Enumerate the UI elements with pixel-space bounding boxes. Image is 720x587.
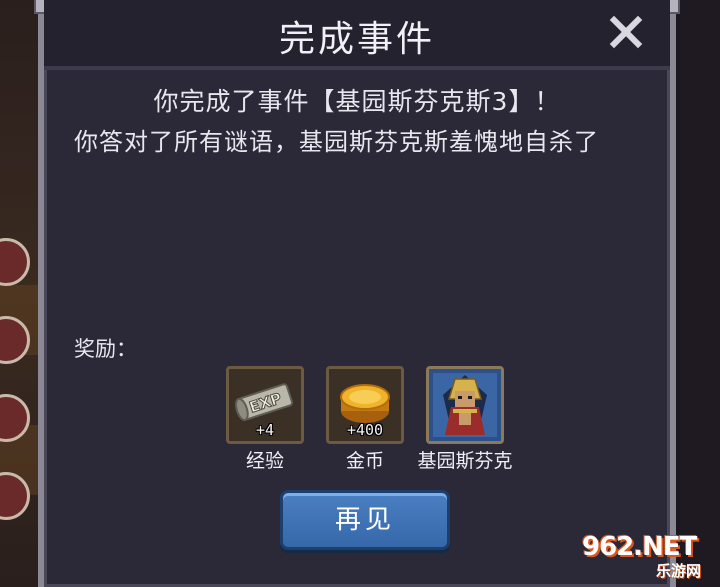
reward-slot: EXP +4 xyxy=(226,366,304,444)
background-skill-icon xyxy=(0,238,30,286)
site-watermark: 962.NET 乐游网 xyxy=(582,532,716,584)
reward-name: 基园斯芬克 xyxy=(417,450,513,472)
reward-slot: +400 xyxy=(326,366,404,444)
event-result-message: 你答对了所有谜语，基园斯芬克斯羞愧地自杀了 xyxy=(74,128,599,156)
event-complete-message: 你完成了事件【基园斯芬克斯3】！ xyxy=(153,87,561,116)
sphinx-portrait-icon xyxy=(429,369,501,441)
game-scene: 完成事件 你完成了事件【基园斯芬克斯3】！ 你答对了所有谜语，基园斯芬克斯羞愧地… xyxy=(0,0,720,587)
reward-item-exp[interactable]: EXP +4 经验 xyxy=(226,366,304,473)
reward-slot xyxy=(426,366,504,444)
goodbye-button[interactable]: 再见 xyxy=(280,490,450,550)
reward-amount: +4 xyxy=(255,421,275,439)
dialog-title: 完成事件 xyxy=(278,19,435,60)
reward-item-sphinx[interactable]: 基园斯芬克 xyxy=(417,366,513,473)
watermark-logo-text: 962.NET xyxy=(582,532,697,562)
watermark-site-name: 乐游网 xyxy=(656,562,702,580)
event-complete-dialog: 完成事件 你完成了事件【基园斯芬克斯3】！ 你答对了所有谜语，基园斯芬克斯羞愧地… xyxy=(34,0,680,587)
reward-amount: +400 xyxy=(346,421,384,439)
dialog-header: 完成事件 xyxy=(44,0,670,70)
close-button[interactable] xyxy=(604,10,648,54)
rewards-label: 奖励： xyxy=(74,337,137,361)
close-icon xyxy=(609,15,643,49)
reward-item-gold[interactable]: +400 金币 xyxy=(326,366,404,473)
background-right-panel xyxy=(680,0,720,587)
background-left-panel xyxy=(0,0,40,587)
